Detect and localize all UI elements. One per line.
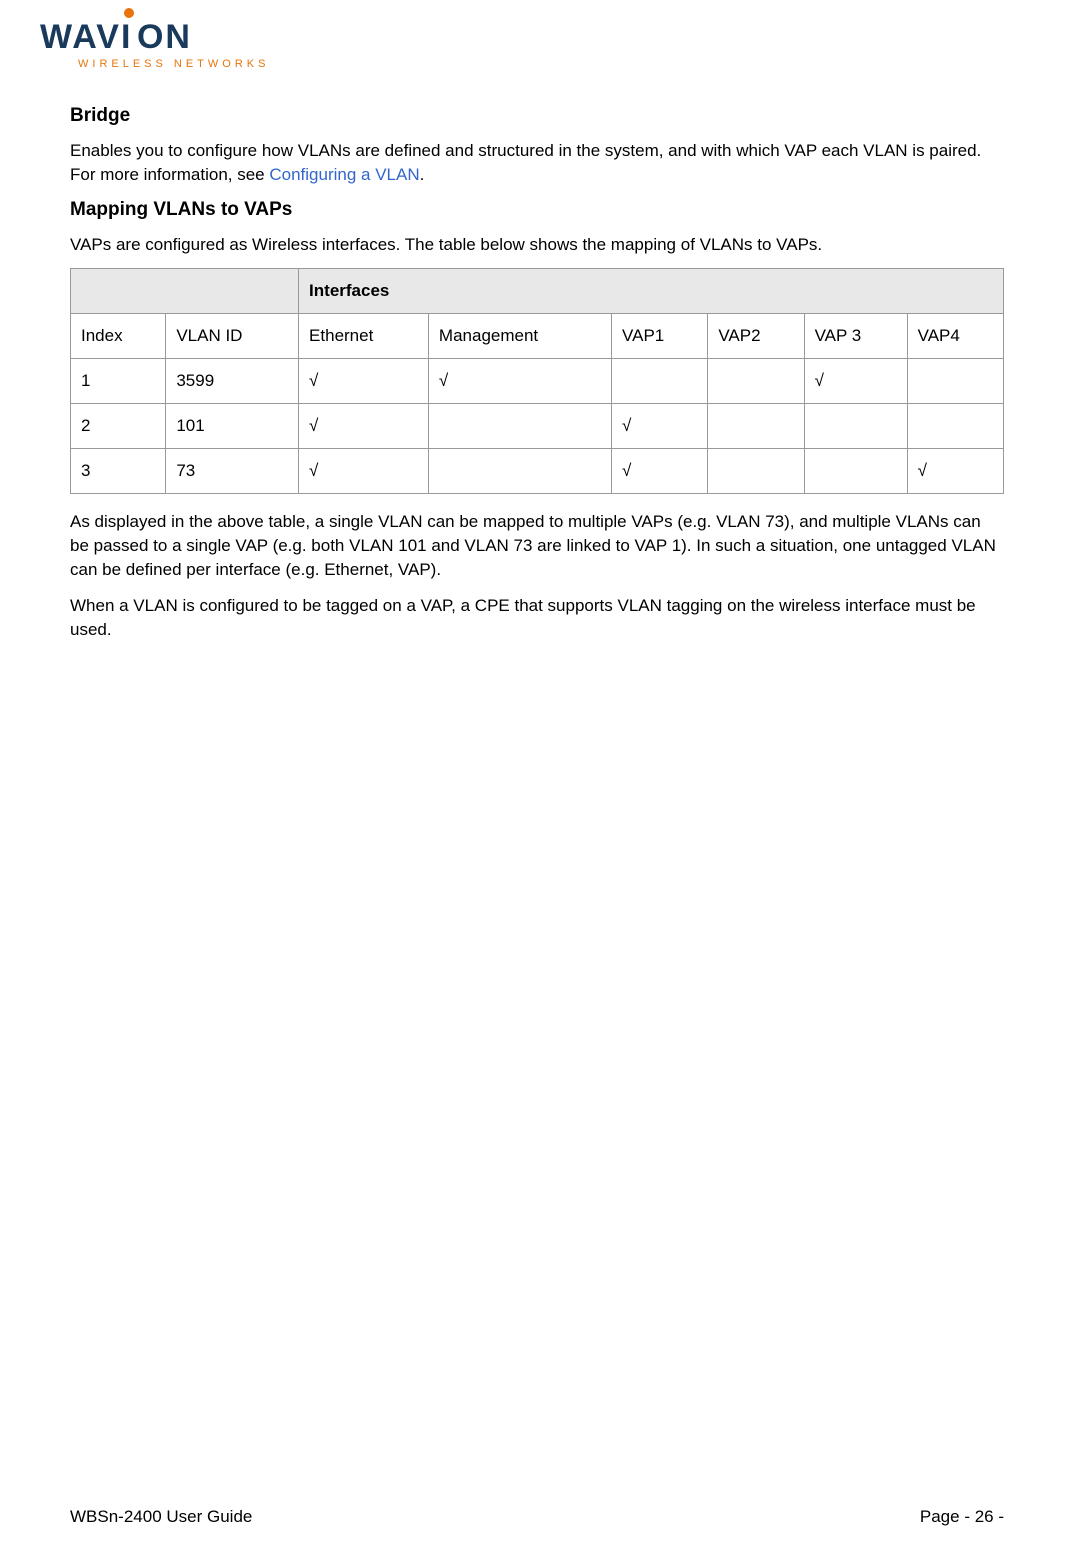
cell-vlan-id: 3599 (166, 359, 299, 404)
cell-management (428, 404, 611, 449)
check-icon: √ (309, 371, 318, 390)
vlan-vap-table: Interfaces Index VLAN ID Ethernet Manage… (70, 268, 1004, 494)
table-row: 13599 √ √ √ (71, 359, 1004, 404)
page-footer: WBSn-2400 User Guide Page - 26 - (70, 1507, 1004, 1527)
cell-vlan-id: 73 (166, 449, 299, 494)
cell-vap4: √ (907, 449, 1003, 494)
brand-tagline: WIRELESS NETWORKS (78, 58, 300, 70)
cell-ethernet: √ (299, 449, 429, 494)
mapping-heading: Mapping VLANs to VAPs (70, 199, 1004, 221)
table-column-header-row: Index VLAN ID Ethernet Management VAP1 V… (71, 314, 1004, 359)
col-ethernet: Ethernet (299, 314, 429, 359)
check-icon: √ (815, 371, 824, 390)
check-icon: √ (309, 416, 318, 435)
check-icon: √ (918, 461, 927, 480)
configuring-vlan-link[interactable]: Configuring a VLAN (269, 165, 419, 184)
table-header-interfaces: Interfaces (299, 269, 1004, 314)
check-icon: √ (622, 416, 631, 435)
cell-vap1: √ (612, 404, 708, 449)
col-management: Management (428, 314, 611, 359)
cell-vap3 (804, 404, 907, 449)
footer-left: WBSn-2400 User Guide (70, 1507, 252, 1527)
brand-i-wrap: I (121, 20, 137, 54)
bridge-text-post: . (420, 165, 425, 184)
after-table-p2: When a VLAN is configured to be tagged o… (70, 594, 1004, 642)
footer-right: Page - 26 - (920, 1507, 1004, 1527)
col-vap1: VAP1 (612, 314, 708, 359)
cell-ethernet: √ (299, 359, 429, 404)
cell-index: 2 (71, 404, 166, 449)
cell-vap2 (708, 359, 804, 404)
after-table-p1: As displayed in the above table, a singl… (70, 510, 1004, 581)
brand-logo: WAV I ON WIRELESS NETWORKS (40, 20, 300, 80)
col-vlan-id: VLAN ID (166, 314, 299, 359)
cell-index: 3 (71, 449, 166, 494)
cell-management (428, 449, 611, 494)
cell-vap4 (907, 359, 1003, 404)
brand-dot-icon (124, 8, 134, 18)
mapping-intro: VAPs are configured as Wireless interfac… (70, 233, 1004, 257)
cell-ethernet: √ (299, 404, 429, 449)
cell-vap1 (612, 359, 708, 404)
col-vap2: VAP2 (708, 314, 804, 359)
cell-index: 1 (71, 359, 166, 404)
cell-management: √ (428, 359, 611, 404)
page-content: Bridge Enables you to configure how VLAN… (70, 105, 1004, 641)
cell-vlan-id: 101 (166, 404, 299, 449)
cell-vap4 (907, 404, 1003, 449)
col-vap4: VAP4 (907, 314, 1003, 359)
table-header-blank (71, 269, 299, 314)
table-row: 373 √ √ √ (71, 449, 1004, 494)
check-icon: √ (622, 461, 631, 480)
table-row: 2101 √ √ (71, 404, 1004, 449)
check-icon: √ (309, 461, 318, 480)
bridge-paragraph: Enables you to configure how VLANs are d… (70, 139, 1004, 187)
cell-vap2 (708, 404, 804, 449)
cell-vap2 (708, 449, 804, 494)
brand-wordmark: WAV I ON (40, 20, 300, 54)
check-icon: √ (439, 371, 448, 390)
brand-text-post: ON (137, 20, 192, 54)
cell-vap3 (804, 449, 907, 494)
col-vap3: VAP 3 (804, 314, 907, 359)
brand-text-pre: WAV (40, 20, 121, 54)
brand-text-i: I (121, 18, 132, 56)
cell-vap1: √ (612, 449, 708, 494)
bridge-heading: Bridge (70, 105, 1004, 127)
cell-vap3: √ (804, 359, 907, 404)
bridge-text-pre: Enables you to configure how VLANs are d… (70, 141, 981, 184)
table-group-header-row: Interfaces (71, 269, 1004, 314)
col-index: Index (71, 314, 166, 359)
